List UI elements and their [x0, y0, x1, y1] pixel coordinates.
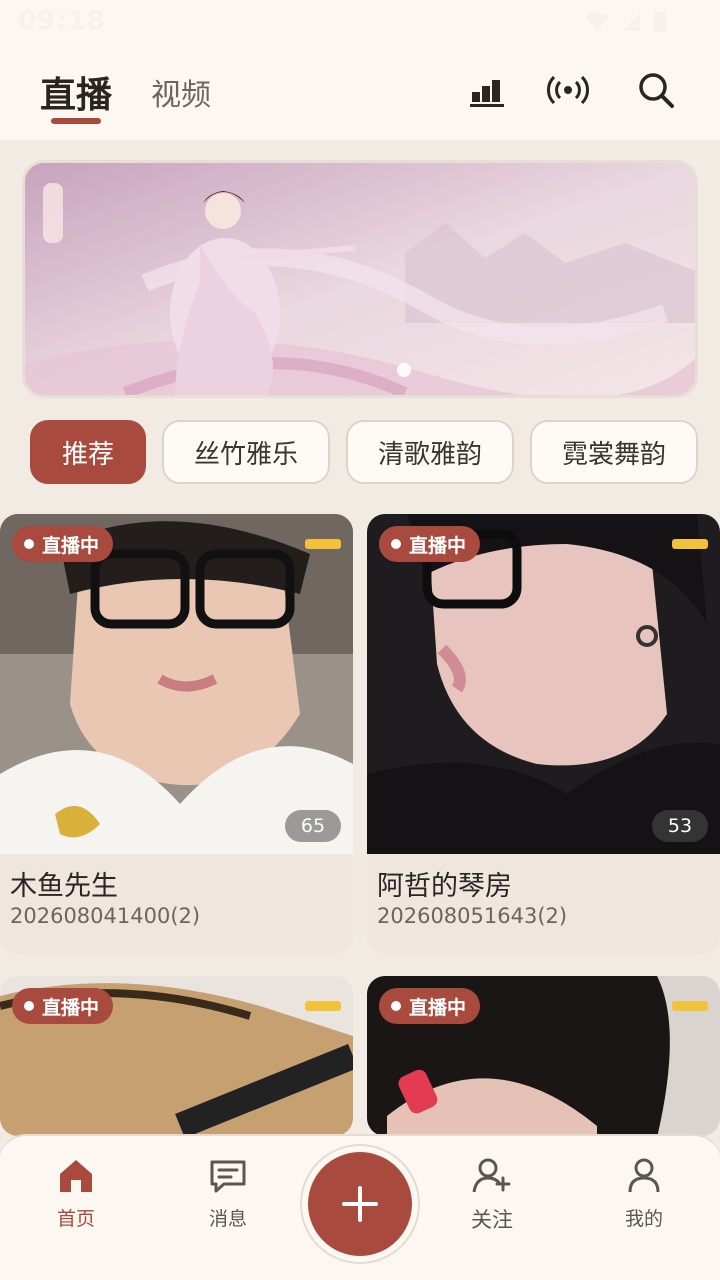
live-badge-label: 直播中 — [42, 996, 100, 1019]
viewer-count: 65 — [285, 810, 341, 842]
signal-icon — [622, 13, 640, 31]
status-icons — [584, 10, 668, 34]
nav-follow[interactable]: 关注 — [437, 1154, 547, 1234]
top-header: 直播 视频 — [0, 44, 720, 140]
wifi-icon — [585, 12, 609, 31]
host-tag — [305, 1001, 341, 1011]
nav-messages-label: 消息 — [208, 1208, 247, 1230]
follow-icon — [472, 1158, 511, 1193]
live-badge-label: 直播中 — [409, 996, 467, 1019]
plus-icon — [342, 1186, 378, 1222]
create-button[interactable] — [308, 1152, 412, 1256]
stream-card[interactable]: 直播中 53 阿哲的琴房 202608051643(2) — [367, 514, 720, 954]
live-badge: 直播中 — [379, 988, 481, 1024]
category-silk-bamboo[interactable]: 丝竹雅乐 — [162, 420, 330, 484]
broadcast-icon[interactable] — [546, 68, 590, 112]
host-tag — [672, 539, 708, 549]
battery-icon — [654, 12, 666, 32]
nav-home[interactable]: 首页 — [21, 1154, 131, 1231]
category-elegant-song[interactable]: 清歌雅韵 — [346, 420, 514, 484]
status-bar: 09:18 — [0, 0, 720, 44]
live-dot-icon — [391, 539, 401, 549]
category-tabs: 推荐 丝竹雅乐 清歌雅韵 霓裳舞韵 — [30, 420, 720, 484]
live-dot-icon — [24, 1001, 34, 1011]
stream-thumbnail — [0, 514, 353, 854]
carousel-indicator — [397, 363, 411, 377]
host-tag — [305, 539, 341, 549]
stream-card[interactable]: 直播中 — [0, 976, 353, 1136]
stream-thumbnail — [367, 514, 720, 854]
stream-subtitle: 202608051643(2) — [377, 904, 568, 928]
active-tab-indicator — [51, 118, 101, 124]
stream-card[interactable]: 直播中 65 木鱼先生 202608041400(2) — [0, 514, 353, 954]
stream-title: 阿哲的琴房 — [377, 871, 512, 902]
ranking-icon[interactable] — [466, 68, 510, 112]
promo-banner[interactable] — [22, 160, 698, 398]
live-badge: 直播中 — [12, 988, 114, 1024]
live-badge: 直播中 — [379, 526, 481, 562]
profile-icon — [628, 1158, 660, 1193]
viewer-count: 53 — [652, 810, 708, 842]
live-dot-icon — [24, 539, 34, 549]
tab-live[interactable]: 直播 — [40, 66, 112, 118]
tab-video[interactable]: 视频 — [151, 70, 211, 114]
nav-messages[interactable]: 消息 — [173, 1154, 283, 1231]
search-icon[interactable] — [634, 68, 678, 112]
category-dance[interactable]: 霓裳舞韵 — [530, 420, 698, 484]
category-recommend[interactable]: 推荐 — [30, 420, 146, 484]
live-badge-label: 直播中 — [409, 534, 467, 557]
live-badge: 直播中 — [12, 526, 114, 562]
status-time: 09:18 — [18, 6, 106, 36]
nav-profile[interactable]: 我的 — [589, 1154, 699, 1231]
home-icon — [60, 1160, 92, 1192]
live-badge-label: 直播中 — [42, 534, 100, 557]
nav-home-label: 首页 — [56, 1208, 95, 1230]
stream-card[interactable]: 直播中 — [367, 976, 720, 1136]
stream-title: 木鱼先生 — [10, 871, 118, 902]
host-tag — [672, 1001, 708, 1011]
message-icon — [210, 1160, 246, 1193]
nav-profile-label: 我的 — [624, 1208, 663, 1230]
live-dot-icon — [391, 1001, 401, 1011]
stream-subtitle: 202608041400(2) — [10, 904, 201, 928]
banner-illustration — [25, 163, 695, 395]
nav-follow-label: 关注 — [471, 1208, 513, 1232]
